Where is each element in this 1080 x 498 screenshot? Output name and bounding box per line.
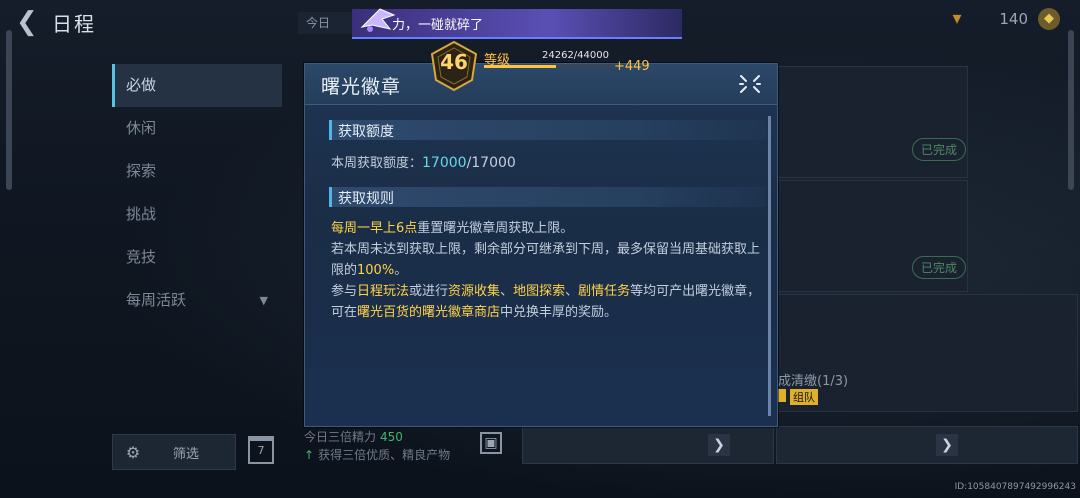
right-edge-bar bbox=[1068, 30, 1074, 190]
xp-progress-fill bbox=[484, 65, 556, 68]
section-rules-header: 获取规则 bbox=[329, 187, 766, 207]
triple-energy-label: 今日三倍精力 450 bbox=[304, 430, 403, 444]
triple-energy-note: ↑ 获得三倍优质、精良产物 bbox=[304, 448, 451, 462]
rule-paragraph: 若本周未达到获取上限，剩余部分可继承到下周，最多保留当周基础获取上限的100%。 bbox=[331, 242, 761, 278]
page-title: 日程 bbox=[52, 12, 96, 36]
level-number: 46 bbox=[440, 50, 468, 74]
calendar-icon[interactable]: 7 bbox=[248, 436, 274, 464]
medal-icon: ▾ bbox=[952, 8, 962, 29]
status-badge: 已完成 bbox=[912, 256, 967, 279]
menu-item-explore[interactable]: 探索 bbox=[112, 150, 282, 193]
badge-info-modal: 曙光徽章 获取额度 本周获取额度：17000/17000 获取规则 每周一早上6… bbox=[304, 63, 778, 427]
currency-amount: 140 bbox=[999, 10, 1028, 28]
xp-progress-bar bbox=[484, 65, 614, 68]
chevron-right-icon[interactable]: ❯ bbox=[708, 434, 730, 456]
weekly-quota: 本周获取额度：17000/17000 bbox=[331, 155, 516, 171]
quota-current: 17000 bbox=[422, 155, 467, 171]
toast-notification: 力，一碰就碎了 bbox=[352, 8, 682, 39]
ship-icon bbox=[360, 8, 396, 32]
chevron-down-icon: ▼ bbox=[259, 294, 268, 307]
gear-icon: ⚙ bbox=[125, 442, 141, 462]
scrollbar[interactable] bbox=[768, 116, 771, 416]
modal-header: 曙光徽章 bbox=[305, 64, 777, 105]
filter-button[interactable]: ⚙ 筛选 bbox=[112, 434, 236, 470]
arrow-up-icon: ↑ bbox=[304, 448, 315, 462]
close-icon[interactable] bbox=[737, 72, 763, 96]
section-quota-header: 获取额度 bbox=[329, 120, 766, 140]
rule-paragraph: 每周一早上6点重置曙光徽章周获取上限。 bbox=[331, 221, 574, 236]
chevron-right-icon[interactable]: ❯ bbox=[936, 434, 958, 456]
task-card[interactable] bbox=[776, 66, 968, 178]
menu-item-competitive[interactable]: 竞技 bbox=[112, 236, 282, 279]
tag-badge: 组队 bbox=[790, 389, 818, 405]
menu-item-must-do[interactable]: 必做 bbox=[112, 64, 282, 107]
left-edge-bar bbox=[6, 30, 12, 190]
back-arrow-icon[interactable]: ❮ bbox=[16, 8, 46, 36]
user-id: ID:1058407897492996243 bbox=[954, 482, 1076, 492]
xp-gain: +449 bbox=[614, 59, 650, 74]
status-badge: 已完成 bbox=[912, 138, 967, 161]
modal-title: 曙光徽章 bbox=[321, 76, 402, 98]
triple-energy-value: 450 bbox=[380, 430, 403, 444]
toast-message: 力，一碰就碎了 bbox=[392, 18, 484, 33]
task-card-title: 成清缴(1/3) bbox=[778, 374, 849, 389]
reward-strip bbox=[776, 426, 1078, 464]
currency-display: ▾ 140 ◆ bbox=[946, 8, 1060, 30]
side-menu: 必做 休闲 探索 挑战 竞技 每周活跃 ▼ bbox=[112, 64, 282, 322]
rules-text: 每周一早上6点重置曙光徽章周获取上限。 若本周未达到获取上限，剩余部分可继承到下… bbox=[331, 218, 761, 323]
gift-icon[interactable]: ▣ bbox=[480, 432, 502, 454]
task-card[interactable] bbox=[776, 294, 1078, 412]
menu-item-weekly-active[interactable]: 每周活跃 ▼ bbox=[112, 279, 282, 322]
xp-text: 24262/44000 bbox=[542, 50, 609, 61]
reward-strip bbox=[522, 426, 774, 464]
coin-icon[interactable]: ◆ bbox=[1038, 8, 1060, 30]
menu-item-leisure[interactable]: 休闲 bbox=[112, 107, 282, 150]
menu-item-challenge[interactable]: 挑战 bbox=[112, 193, 282, 236]
scrollbar-thumb[interactable] bbox=[768, 116, 771, 416]
rule-paragraph: 参与日程玩法或进行资源收集、地图探索、剧情任务等均可产出曙光徽章，可在曙光百货的… bbox=[331, 284, 761, 320]
quota-max: /17000 bbox=[466, 155, 516, 171]
